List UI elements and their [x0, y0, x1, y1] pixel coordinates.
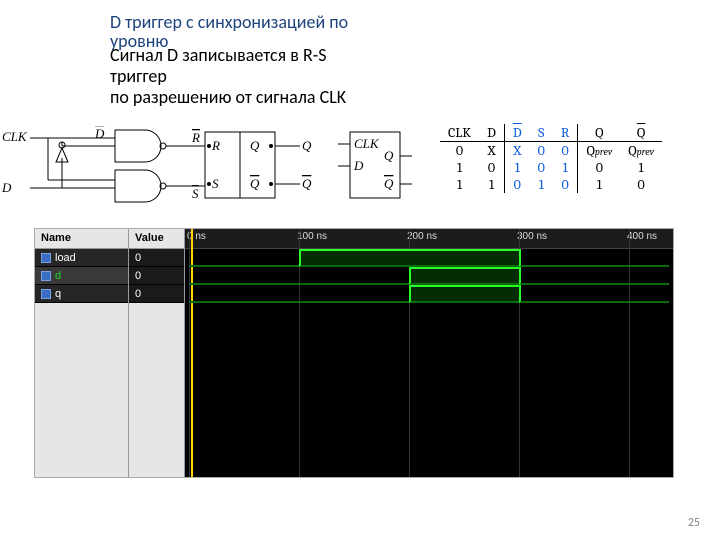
out-qbar: Q: [302, 176, 312, 191]
body-line: Сигнал D записывается в R-S: [110, 45, 540, 66]
signal-row[interactable]: q: [35, 285, 128, 303]
sig-icon: [41, 289, 51, 299]
sig-icon: [41, 253, 51, 263]
th-clk: CLK: [440, 124, 479, 142]
value-cell: 0: [129, 267, 184, 285]
th-r: R: [553, 124, 578, 142]
rs-s: S: [212, 176, 219, 191]
wave-load: [185, 249, 673, 267]
title-line: D триггер с синхронизацией по: [110, 12, 540, 33]
signal-row[interactable]: load: [35, 249, 128, 267]
time-ruler: 0 ns 100 ns 200 ns 300 ns 400 ns: [185, 229, 673, 249]
tt-row: 1 0 1 0 1 0 1: [440, 159, 662, 176]
sym-q: Q: [384, 148, 394, 163]
rs-r: R: [211, 138, 220, 153]
rs-q: Q: [250, 138, 260, 153]
label-d: D: [1, 180, 12, 195]
tt-row: 0 X X 0 0 Qprev Qprev: [440, 142, 662, 160]
th-q: Q: [578, 124, 620, 142]
label-r: R: [191, 130, 200, 145]
rs-qbar: Q: [250, 176, 260, 191]
tt-row: 1 1 0 1 0 1 0: [440, 176, 662, 193]
page-number: 25: [688, 516, 700, 530]
sym-qbar: Q: [384, 176, 394, 191]
wave-q: [185, 285, 673, 303]
label-clk: CLK: [2, 129, 28, 144]
sig-icon: [41, 271, 51, 281]
th-qbar: [637, 124, 645, 141]
th-dbar: D: [513, 124, 522, 141]
value-cell: 0: [129, 285, 184, 303]
out-q: Q: [302, 138, 312, 153]
th-s: S: [530, 124, 553, 142]
signal-name-column: Name load d q: [35, 229, 129, 477]
truth-table: CLK D D S R Q 0 X X 0 0 Qprev Qprev 1 0 …: [440, 124, 662, 193]
name-header[interactable]: Name: [35, 229, 128, 249]
sym-d: D: [353, 158, 364, 173]
th-d: D: [479, 124, 504, 142]
wave-d: [185, 267, 673, 285]
slide-heading: D триггер с синхронизацией по уровню Сиг…: [110, 12, 540, 107]
body-line: по разрешению от сигнала CLK: [110, 87, 540, 108]
sym-clk: CLK: [354, 136, 380, 151]
value-cell: 0: [129, 249, 184, 267]
label-dbar: D: [94, 126, 105, 141]
waveform-canvas[interactable]: 0 ns 100 ns 200 ns 300 ns 400 ns: [185, 229, 673, 477]
value-header[interactable]: Value: [129, 229, 184, 249]
signal-value-column: Value 0 0 0: [129, 229, 185, 477]
body-line: триггер: [110, 66, 540, 87]
signal-row[interactable]: d: [35, 267, 128, 285]
waveform-viewer: Name load d q Value 0 0 0 0 ns 100 ns 20…: [34, 228, 674, 478]
label-s: S: [192, 186, 199, 201]
